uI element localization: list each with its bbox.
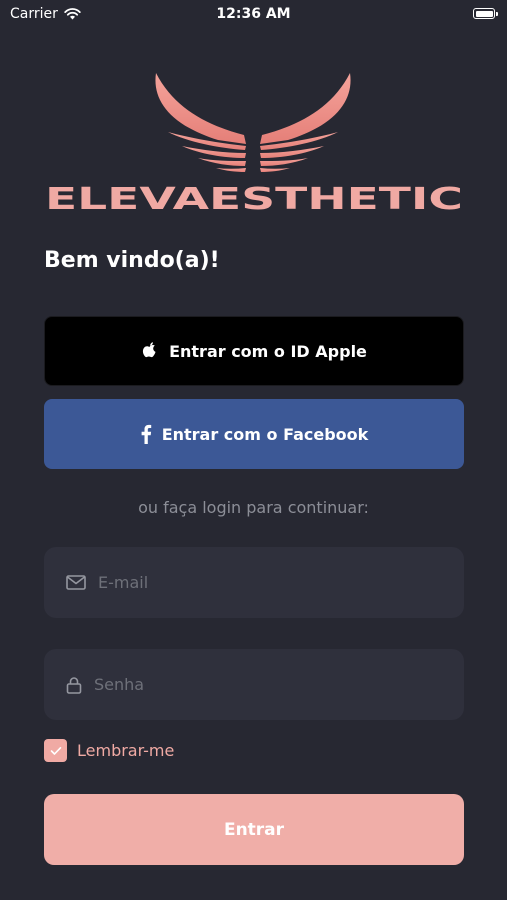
lock-icon bbox=[66, 676, 82, 694]
submit-label: Entrar bbox=[223, 819, 285, 840]
checkmark-icon bbox=[50, 746, 61, 755]
facebook-signin-label: Entrar com o Facebook bbox=[161, 424, 369, 444]
mail-icon bbox=[66, 575, 86, 590]
submit-button[interactable]: Entrar bbox=[44, 794, 464, 865]
remember-me-label: Lembrar-me bbox=[77, 741, 175, 760]
welcome-heading: Bem vindo(a)! bbox=[44, 248, 220, 273]
remember-me-checkbox[interactable] bbox=[44, 739, 67, 762]
wings-logo-icon bbox=[155, 73, 351, 172]
brand-name: ELEVAESTHETIC bbox=[45, 182, 463, 216]
status-bar: Carrier 12:36 AM bbox=[0, 0, 507, 28]
login-divider-text: ou faça login para continuar: bbox=[138, 498, 369, 517]
status-time: 12:36 AM bbox=[216, 6, 291, 22]
apple-icon bbox=[143, 342, 156, 358]
facebook-signin-button[interactable]: Entrar com o Facebook bbox=[44, 399, 464, 469]
password-field[interactable] bbox=[44, 649, 464, 720]
facebook-icon bbox=[141, 424, 151, 444]
apple-signin-label: Entrar com o ID Apple bbox=[169, 341, 367, 361]
remember-me[interactable]: Lembrar-me bbox=[44, 739, 174, 762]
email-field[interactable] bbox=[44, 547, 464, 618]
battery-icon bbox=[473, 8, 498, 19]
email-input[interactable] bbox=[98, 573, 418, 592]
apple-signin-button[interactable]: Entrar com o ID Apple bbox=[44, 316, 464, 386]
brand-wordmark: ELEVAESTHETIC bbox=[45, 182, 463, 216]
password-input[interactable] bbox=[94, 675, 414, 694]
